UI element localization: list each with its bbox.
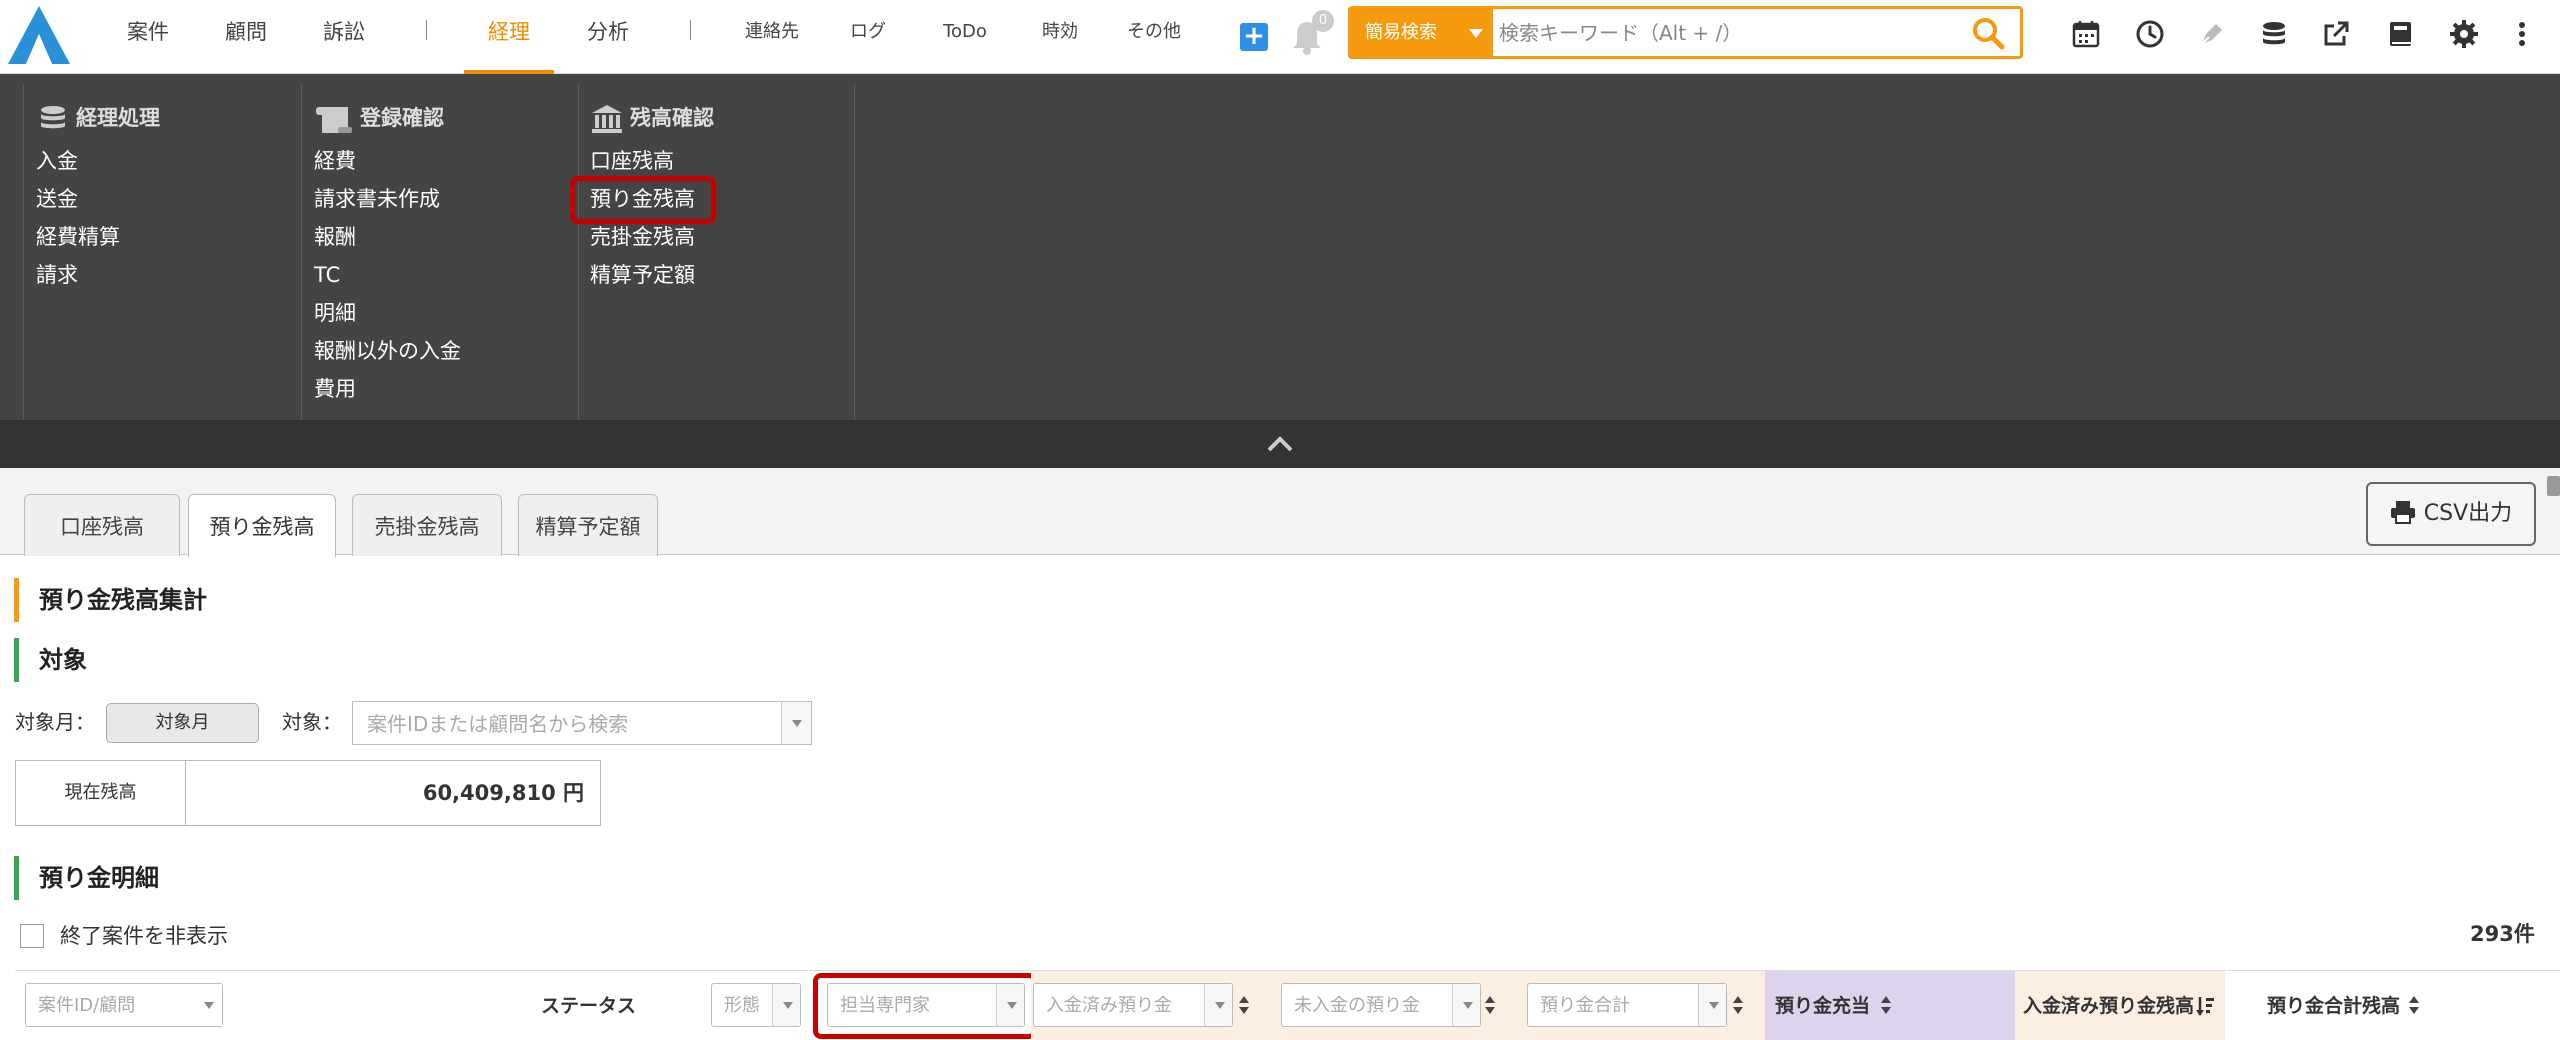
nav-case[interactable]: 案件 (118, 0, 178, 74)
chevron-down-icon (194, 984, 222, 1026)
menu-heading: 登録確認 (314, 100, 444, 136)
section-title-target: 対象 (14, 638, 87, 682)
menu-heading: 経理処理 (36, 100, 160, 136)
menu-item-remittance[interactable]: 送金 (36, 184, 78, 214)
menu-item-expenses[interactable]: 経費 (314, 146, 356, 176)
highlight-box (813, 973, 1037, 1039)
tab-settlement-forecast[interactable]: 精算予定額 (518, 494, 658, 556)
menu-item-costs[interactable]: 費用 (314, 374, 356, 404)
menu-item-billing[interactable]: 請求 (36, 260, 78, 290)
search-mode-dropdown[interactable]: 簡易検索 (1351, 9, 1493, 56)
chevron-down-icon (1452, 984, 1480, 1026)
case-id-filter[interactable]: 案件ID/顧問 (25, 983, 223, 1027)
hide-closed-checkbox[interactable] (20, 924, 44, 948)
column-allocation[interactable]: 預り金充当 (1775, 971, 1870, 1040)
balance-value: 60,409,810 円 (422, 781, 584, 805)
tab-deposit-balance[interactable]: 預り金残高 (188, 494, 336, 557)
menu-item-statement[interactable]: 明細 (314, 298, 356, 328)
clock-icon[interactable] (2134, 18, 2166, 50)
accounting-menu: 経理処理 入金 送金 経費精算 請求 登録確認 経費 請求書未作成 報酬 TC … (0, 74, 2560, 484)
column-status: ステータス (541, 995, 637, 1017)
total-filter[interactable]: 預り金合計 (1527, 983, 1727, 1027)
nav-limitation[interactable]: 時効 (1040, 0, 1080, 74)
coins-icon[interactable] (2258, 18, 2290, 50)
search-mode-label: 簡易検索 (1365, 22, 1437, 43)
sort-icon[interactable] (1731, 996, 1745, 1016)
nav-todo[interactable]: ToDo (940, 0, 990, 74)
target-select-placeholder: 案件IDまたは顧問名から検索 (367, 712, 629, 736)
tab-account-balance[interactable]: 口座残高 (24, 494, 180, 556)
side-panel-handle[interactable] (2547, 476, 2560, 496)
add-new-button[interactable]: + (1240, 23, 1268, 51)
app-logo-icon[interactable] (6, 4, 72, 66)
unpaid-filter[interactable]: 未入金の預り金 (1281, 983, 1481, 1027)
nav-contacts[interactable]: 連絡先 (742, 0, 802, 74)
balance-table: 現在残高 60,409,810 円 (15, 760, 601, 826)
month-picker-button[interactable]: 対象月 (106, 703, 259, 743)
more-vertical-icon[interactable] (2512, 18, 2532, 50)
nav-separator (426, 20, 427, 40)
nav-analysis[interactable]: 分析 (578, 0, 638, 74)
menu-item-fees[interactable]: 報酬 (314, 222, 356, 252)
chevron-down-icon (1698, 984, 1726, 1026)
menu-item-account-balance[interactable]: 口座残高 (590, 146, 674, 176)
gear-icon[interactable] (2448, 18, 2480, 50)
menu-item-settlement-forecast[interactable]: 精算予定額 (590, 260, 695, 290)
nav-separator (690, 20, 691, 40)
highlight-box (570, 176, 716, 224)
column-deposited-balance[interactable]: 入金済み預り金残高 (2023, 971, 2194, 1040)
record-count: 293件 (2470, 922, 2535, 946)
form-filter[interactable]: 形態 (711, 983, 801, 1027)
sort-icon[interactable] (1237, 996, 1251, 1016)
target-select[interactable]: 案件IDまたは顧問名から検索 (352, 701, 812, 745)
chevron-down-icon (781, 702, 811, 744)
sort-icon[interactable] (1483, 996, 1497, 1016)
nav-litigation[interactable]: 訴訟 (314, 0, 374, 74)
tab-receivable-balance[interactable]: 売掛金残高 (352, 494, 502, 556)
menu-item-non-fee-deposit[interactable]: 報酬以外の入金 (314, 336, 461, 366)
notification-badge: 0 (1312, 10, 1334, 32)
target-label: 対象： (282, 710, 342, 734)
chevron-down-icon (1204, 984, 1232, 1026)
nav-advisory[interactable]: 顧問 (216, 0, 276, 74)
menu-item-receivable-balance[interactable]: 売掛金残高 (590, 222, 695, 252)
hide-closed-label: 終了案件を非表示 (60, 924, 228, 948)
nav-other[interactable]: その他 (1124, 0, 1184, 74)
menu-item-tc[interactable]: TC (314, 260, 340, 290)
coins-icon (41, 106, 65, 129)
menu-collapse-bar[interactable] (0, 420, 2560, 468)
caret-down-icon (1469, 29, 1483, 38)
search-icon[interactable] (1970, 15, 2006, 51)
tab-bar: 口座残高 預り金残高 売掛金残高 精算予定額 CSV出力 (0, 468, 2560, 557)
sort-desc-icon[interactable] (2195, 995, 2215, 1017)
deposited-filter[interactable]: 入金済み預り金 (1033, 983, 1233, 1027)
sort-icon[interactable] (1879, 996, 1893, 1016)
menu-item-expense-settlement[interactable]: 経費精算 (36, 222, 120, 252)
search-bar: 簡易検索 (1348, 6, 2023, 59)
nav-accounting[interactable]: 経理 (464, 0, 554, 74)
sort-icon[interactable] (2407, 996, 2421, 1016)
chevron-down-icon (772, 984, 800, 1026)
menu-item-deposit[interactable]: 入金 (36, 146, 78, 176)
calendar-icon[interactable] (2070, 18, 2102, 50)
chevron-up-icon (1267, 436, 1293, 452)
section-title-details: 預り金明細 (14, 856, 159, 900)
pen-icon[interactable] (2196, 18, 2228, 50)
bank-icon (592, 105, 622, 133)
printer-icon (2390, 501, 2415, 524)
page-title: 預り金残高集計 (14, 578, 207, 622)
month-label: 対象月： (15, 710, 95, 734)
balance-label: 現在残高 (16, 761, 186, 825)
column-total-balance[interactable]: 預り金合計残高 (2267, 971, 2400, 1040)
scroll-icon (316, 107, 352, 133)
table-header-row: 案件ID/顧問 ステータス 形態 担当専門家 入金済み預り金 未入金の預り金 預… (15, 970, 2560, 1040)
menu-heading: 残高確認 (590, 100, 714, 136)
book-icon[interactable] (2384, 18, 2416, 50)
csv-export-button[interactable]: CSV出力 (2366, 482, 2536, 546)
menu-item-uninvoiced[interactable]: 請求書未作成 (314, 184, 440, 214)
top-navigation: 案件 顧問 訴訟 経理 分析 連絡先 ログ ToDo 時効 その他 + 0 簡易… (0, 0, 2560, 74)
search-input[interactable] (1499, 9, 1959, 56)
external-link-icon[interactable] (2320, 18, 2352, 50)
nav-log[interactable]: ログ (846, 0, 890, 74)
